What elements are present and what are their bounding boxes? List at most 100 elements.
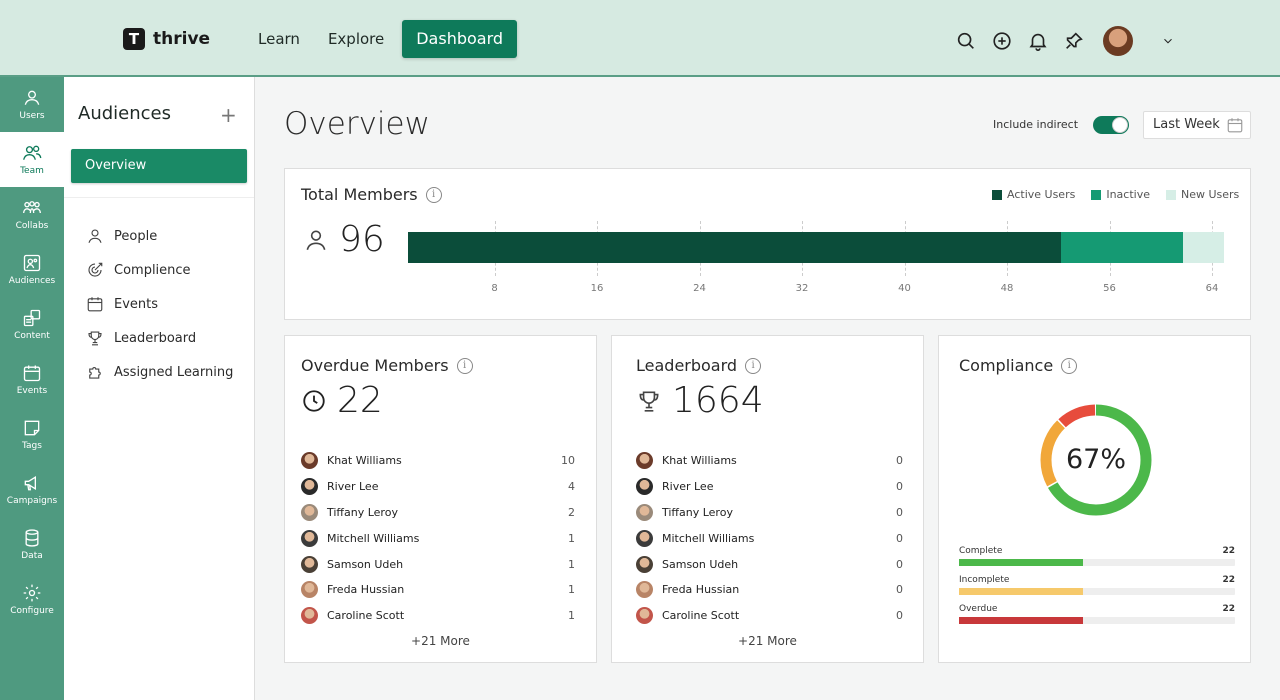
audiences-sidebar: Audiences + Overview People Complience E… <box>64 77 255 700</box>
database-icon <box>25 529 39 547</box>
list-item[interactable]: Mitchell Williams 0 <box>636 525 903 551</box>
total-members-value: 96 <box>339 219 385 260</box>
member-name: Tiffany Leroy <box>662 505 733 519</box>
sidebar-item-leaderboard[interactable]: Leaderboard <box>86 321 233 355</box>
list-item[interactable]: Freda Hussian 0 <box>636 577 903 603</box>
leaderboard-title-row: Leaderboard i <box>636 356 762 375</box>
rail-users[interactable]: Users <box>0 77 64 132</box>
list-item[interactable]: Samson Udeh 1 <box>301 551 575 577</box>
info-icon[interactable]: i <box>745 357 762 374</box>
rail-label: Content <box>14 331 50 341</box>
overdue-value: 22 <box>337 380 383 421</box>
rail-collabs[interactable]: Collabs <box>0 187 64 242</box>
rail-events[interactable]: Events <box>0 352 64 407</box>
sidebar-item-compliance[interactable]: Complience <box>86 253 233 287</box>
sidebar-item-overview[interactable]: Overview <box>71 149 247 183</box>
tick-label: 16 <box>590 283 604 294</box>
list-item[interactable]: River Lee 0 <box>636 474 903 500</box>
rail-label: Data <box>21 551 43 561</box>
list-item[interactable]: Tiffany Leroy 2 <box>301 500 575 526</box>
tick-label: 40 <box>898 283 911 294</box>
include-indirect-toggle[interactable] <box>1093 116 1129 134</box>
member-name: Caroline Scott <box>327 609 405 623</box>
bar-segment-2[interactable] <box>1061 232 1184 263</box>
member-name: Samson Udeh <box>662 557 739 571</box>
rail-label: Audiences <box>8 276 56 286</box>
list-item[interactable]: Caroline Scott 1 <box>301 603 575 629</box>
rail-tags[interactable]: Tags <box>0 407 64 462</box>
member-name: River Lee <box>327 480 379 494</box>
person-icon <box>88 229 102 243</box>
megaphone-icon <box>24 475 36 491</box>
progress-label: Overdue <box>959 604 998 614</box>
progress-complete: Complete 22 <box>959 546 1235 566</box>
avatar <box>301 503 318 521</box>
member-count: 0 <box>896 454 903 468</box>
list-item[interactable]: Tiffany Leroy 0 <box>636 500 903 526</box>
list-item[interactable]: Mitchell Williams 1 <box>301 525 575 551</box>
nav-explore[interactable]: Explore <box>318 20 394 58</box>
tick-label: 64 <box>1205 283 1219 294</box>
info-icon[interactable]: i <box>425 186 442 203</box>
list-item[interactable]: Caroline Scott 0 <box>636 603 903 629</box>
list-item[interactable]: Samson Udeh 0 <box>636 551 903 577</box>
avatar <box>636 503 653 521</box>
date-range-picker[interactable]: Last Week <box>1143 111 1251 139</box>
sidebar-item-label: People <box>114 228 158 244</box>
calendar-icon <box>87 297 103 312</box>
progress-value: 22 <box>1222 546 1235 556</box>
info-icon[interactable]: i <box>456 357 473 374</box>
bar-segment-3[interactable] <box>1183 232 1225 263</box>
rail-label: Users <box>19 111 45 121</box>
progress-label: Complete <box>959 546 1003 556</box>
user-avatar[interactable] <box>1103 26 1133 56</box>
tick-label: 56 <box>1103 283 1116 294</box>
bar-segment-1[interactable] <box>408 232 1062 263</box>
info-icon[interactable]: i <box>1061 357 1078 374</box>
rail-data[interactable]: Data <box>0 517 64 572</box>
add-audience-button[interactable]: + <box>220 103 237 127</box>
nav-learn[interactable]: Learn <box>248 20 310 58</box>
compliance-percent: 67% <box>1065 444 1126 475</box>
brand-logo[interactable]: T thrive <box>123 28 210 50</box>
tag-icon <box>24 420 40 436</box>
rail-content[interactable]: Content <box>0 297 64 352</box>
add-circle-icon[interactable] <box>991 30 1013 52</box>
compliance-icon <box>88 262 103 277</box>
legend-item-new: New Users <box>1165 188 1239 201</box>
member-name: Khat Williams <box>327 454 402 468</box>
pin-icon[interactable] <box>1063 30 1085 52</box>
list-item[interactable]: Freda Hussian 1 <box>301 577 575 603</box>
trophy-icon <box>88 331 102 346</box>
sidebar-item-assigned-learning[interactable]: Assigned Learning <box>86 355 233 389</box>
trophy-icon <box>639 391 659 412</box>
member-count: 1 <box>568 557 575 571</box>
avatar <box>301 555 318 573</box>
card-title: Total Members <box>301 185 418 204</box>
list-item[interactable]: Khat Williams 0 <box>636 448 903 474</box>
toggle-knob <box>1112 117 1128 133</box>
avatar <box>636 555 653 573</box>
rail-audiences[interactable]: Audiences <box>0 242 64 297</box>
team-icon <box>23 145 42 160</box>
legend-swatch <box>1165 189 1176 200</box>
collabs-icon <box>23 201 41 214</box>
sidebar-item-people[interactable]: People <box>86 219 233 253</box>
leaderboard-more-link[interactable]: +21 More <box>612 634 923 648</box>
avatar <box>301 607 318 625</box>
sidebar-divider <box>64 197 254 198</box>
chevron-down-icon[interactable] <box>1161 34 1175 48</box>
search-icon[interactable] <box>955 30 977 52</box>
rail-team[interactable]: Team <box>0 132 64 187</box>
legend-item-active: Active Users <box>992 188 1075 201</box>
legend-item-inactive: Inactive <box>1091 188 1150 201</box>
sidebar-item-events[interactable]: Events <box>86 287 233 321</box>
list-item[interactable]: River Lee 4 <box>301 474 575 500</box>
list-item[interactable]: Khat Williams 10 <box>301 448 575 474</box>
avatar <box>636 478 653 496</box>
nav-dashboard[interactable]: Dashboard <box>402 20 518 58</box>
bell-icon[interactable] <box>1027 30 1049 52</box>
overdue-more-link[interactable]: +21 More <box>285 634 596 648</box>
rail-configure[interactable]: Configure <box>0 572 64 627</box>
rail-campaigns[interactable]: Campaigns <box>0 462 64 517</box>
